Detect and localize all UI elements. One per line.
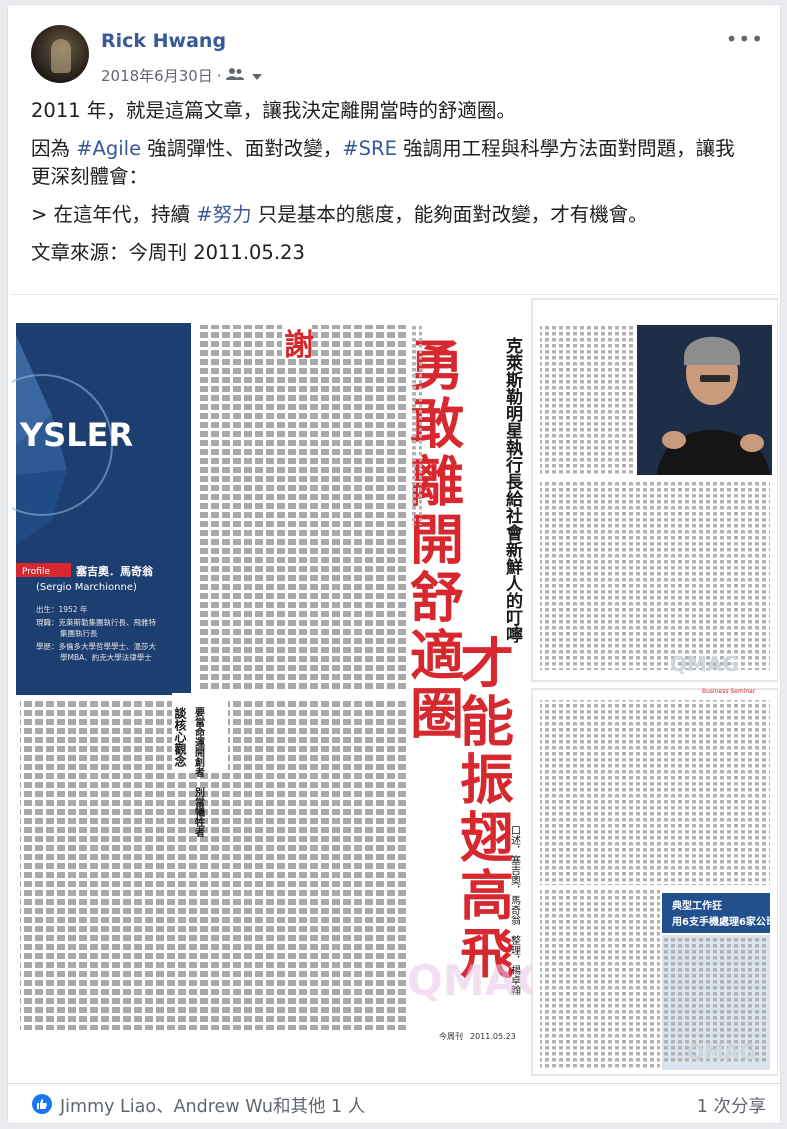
text-run: 因為 [31,137,77,160]
business-tag: Business Seminar [702,688,756,695]
more-options-icon[interactable]: ••• [726,27,764,51]
right-bottom-text-a [540,700,770,885]
thumbs-up-icon[interactable] [32,1094,52,1114]
author-name[interactable]: Rick Hwang [101,30,226,52]
source-date: 2011.05.23 [470,1032,516,1041]
profile-born: 出生：1952 年 [36,604,88,614]
chevron-down-icon[interactable] [251,67,262,85]
section-title: 談核心觀念 [173,706,187,768]
right-top-text-a [540,325,635,475]
post-meta: 2018年6月30日 · [101,65,262,86]
intro-text [382,325,406,545]
post-paragraph: > 在這年代，持續 #努力 只是基本的態度，能夠面對改變，才有機會。 [31,201,751,229]
text-run: 只是基本的態度，能夠面對改變，才有機會。 [251,203,648,226]
right-top-text-b [540,480,770,670]
watermark: QMAG [407,956,551,1005]
profile-edu: 學歷：多倫多大學哲學學士、溫莎大 [36,641,156,651]
profile-job-2: 集團執行長 [60,628,98,638]
hashtag-link[interactable]: #努力 [196,203,251,226]
profile-name-en: (Sergio Marchionne) [36,582,137,593]
text-run: > 在這年代，持續 [31,203,197,226]
meta-separator: · [216,66,222,85]
watermark-top: QMAG [670,652,739,676]
drop-cap: 謝 [284,328,314,363]
ceo-photo [637,325,772,475]
post-date[interactable]: 2018年6月30日 [101,65,213,86]
post-paragraph: 因為 #Agile 強調彈性、面對改變，#SRE 強調用工程與科學方法面對問題，… [31,135,751,191]
intro-column [412,325,422,525]
watermark-bottom: QMAG [687,1040,756,1064]
box-title: 典型工作狂 [672,899,722,912]
post-photo[interactable]: YSLER Profile 塞吉奧．馬奇翁 (Sergio Marchionne… [0,294,779,1079]
post-paragraph: 2011 年，就是這篇文章，讓我決定離開當時的舒適圈。 [31,99,516,122]
magazine-scan: YSLER Profile 塞吉奧．馬奇翁 (Sergio Marchionne… [0,298,779,1076]
headline-2: 才能振翅高飛 [451,635,514,983]
hashtag-link[interactable]: #Agile [76,137,141,160]
profile-tag: Profile [22,567,50,577]
profile-job: 現職：克萊斯勒集團執行長、飛雅特 [36,617,156,627]
facebook-post: Rick Hwang 2018年6月30日 · ••• 2011 年，就是這篇文… [0,4,782,1124]
box-subtitle: 用6支手機處理6家公司 [671,915,776,928]
likers-list[interactable]: Jimmy Liao、Andrew Wu和其他 1 人 [60,1093,365,1118]
profile-name: 塞吉奧．馬奇翁 [75,564,154,578]
chrysler-logo-text: YSLER [19,416,133,454]
right-headline: 克萊斯勒明星執行長給社會新鮮人的叮嚀 [502,336,524,644]
profile-edu-2: 學MBA、約克大學法律學士 [60,652,152,662]
post-text: 2011 年，就是這篇文章，讓我決定離開當時的舒適圈。 因為 #Agile 強調… [31,97,751,277]
hashtag-link[interactable]: #SRE [342,137,397,160]
friends-icon[interactable] [225,67,248,85]
reactions-bar: Jimmy Liao、Andrew Wu和其他 1 人 1 次分享 [8,1083,782,1124]
author-avatar[interactable] [31,25,89,83]
share-count[interactable]: 1 次分享 [697,1093,766,1118]
text-run: 強調彈性、面對改變， [141,137,343,160]
article-body-top [198,325,408,690]
post-paragraph: 文章來源：今周刊 2011.05.23 [31,241,305,264]
source-footer: 今周刊 [439,1031,463,1041]
right-bottom-text-b [540,890,660,1070]
